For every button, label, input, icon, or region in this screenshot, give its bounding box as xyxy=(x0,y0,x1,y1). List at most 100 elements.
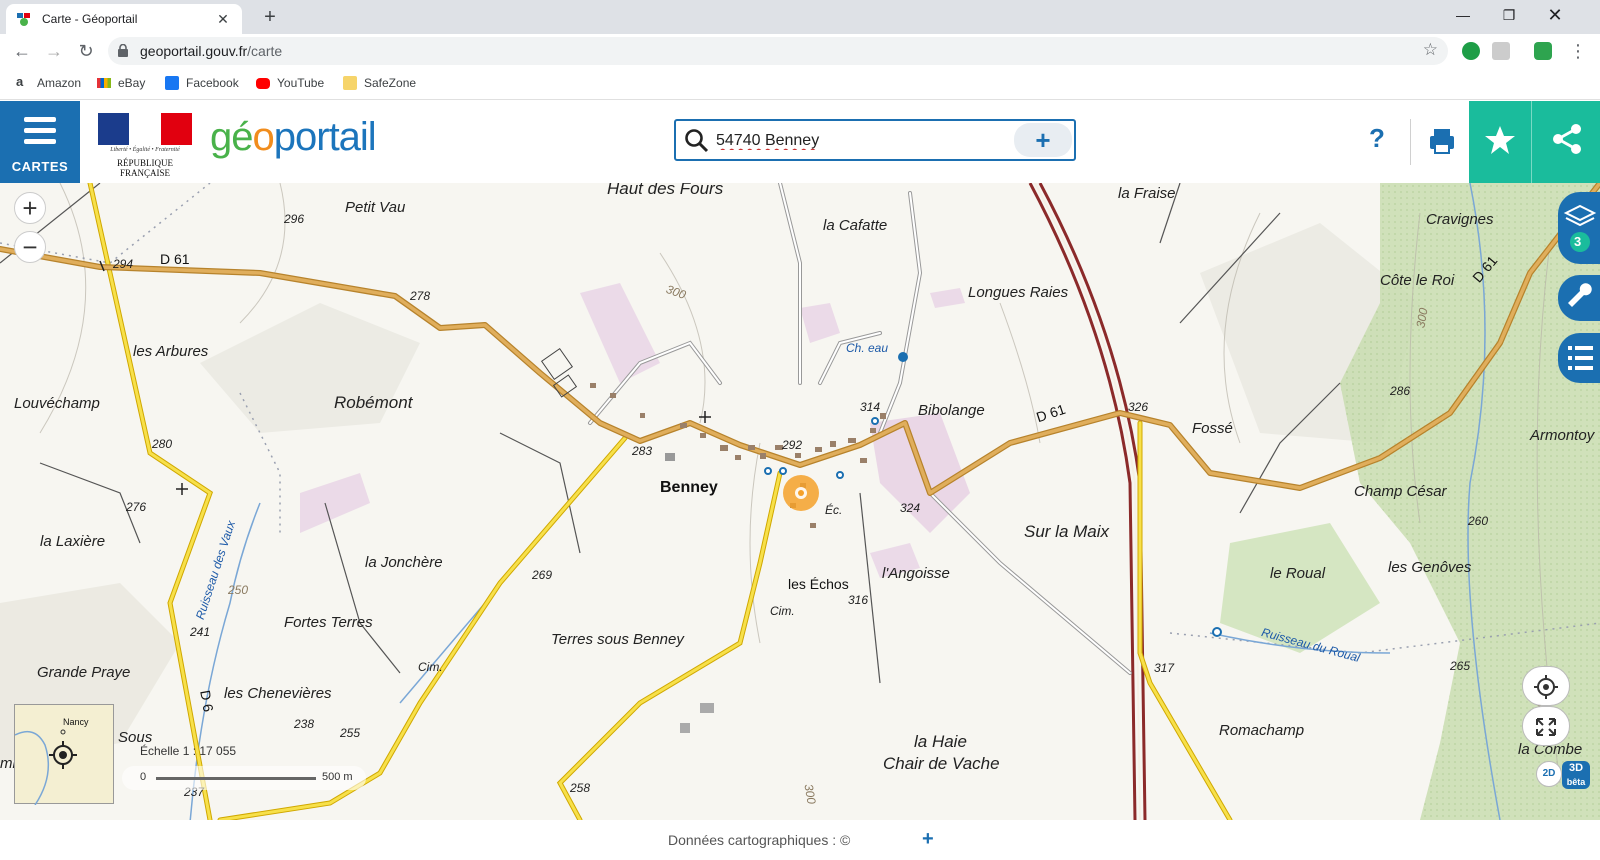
altitude-label: 269 xyxy=(532,568,553,582)
star-icon xyxy=(1485,126,1515,154)
map-label: Louvéchamp xyxy=(14,395,100,412)
header-divider xyxy=(1410,119,1411,165)
map-label: la Haie xyxy=(914,732,967,751)
map-label: les Genôves xyxy=(1388,559,1472,576)
geoportail-header: CARTES Liberté • Égalité • Fraternité RÉ… xyxy=(0,101,1600,183)
map-label: Éc. xyxy=(825,503,843,517)
maximize-button[interactable]: ❐ xyxy=(1486,0,1532,30)
search-icon[interactable] xyxy=(684,128,710,154)
hamburger-icon xyxy=(24,117,56,150)
altitude-label: 265 xyxy=(1450,659,1471,673)
layers-panel-tab[interactable]: 3 xyxy=(1558,192,1600,264)
address-bar[interactable]: geoportail.gouv.fr/carte ☆ xyxy=(108,37,1448,65)
back-button[interactable]: ← xyxy=(10,39,34,63)
zoom-out-button[interactable]: − xyxy=(14,231,46,263)
folder-icon xyxy=(343,76,357,90)
share-button[interactable] xyxy=(1531,101,1600,183)
bookmark-facebook[interactable]: Facebook xyxy=(165,76,239,90)
altitude-label: 324 xyxy=(900,501,921,515)
altitude-label: 317 xyxy=(1154,661,1175,675)
geoportail-logo[interactable]: géoportail xyxy=(210,115,377,160)
help-button[interactable]: ? xyxy=(1362,123,1392,163)
altitude-label: 258 xyxy=(570,781,591,795)
map-label: Romachamp xyxy=(1219,722,1305,739)
printer-icon xyxy=(1430,129,1454,154)
altitude-label: 280 xyxy=(152,437,173,451)
lock-icon xyxy=(118,43,128,57)
zoom-in-button[interactable]: + xyxy=(14,192,46,224)
altitude-label: 278 xyxy=(410,289,431,303)
print-button[interactable] xyxy=(1422,121,1462,161)
map-label: les Échos xyxy=(788,576,849,592)
close-window-button[interactable]: ✕ xyxy=(1532,0,1578,30)
bookmark-ebay[interactable]: eBay xyxy=(97,76,145,90)
altitude-label: 316 xyxy=(848,593,869,607)
altitude-label: 294 xyxy=(113,257,134,271)
credits-more-button[interactable]: + xyxy=(922,828,934,851)
2d-3d-toggle[interactable]: 2D 3D bêta xyxy=(1536,761,1590,789)
fullscreen-icon xyxy=(1536,718,1556,736)
favorites-button[interactable] xyxy=(1469,101,1531,183)
youtube-icon xyxy=(256,77,270,89)
map-label: la Laxière xyxy=(40,533,106,550)
cartes-menu-button[interactable]: CARTES xyxy=(0,101,80,183)
map-label-town: Benney xyxy=(660,479,718,496)
tab-title: Carte - Géoportail xyxy=(42,12,138,26)
map-label: Armontoy xyxy=(1530,427,1595,444)
marianne-flag xyxy=(98,113,192,145)
cloud-extension-icon[interactable] xyxy=(1492,42,1510,60)
altitude-label: 255 xyxy=(340,726,361,740)
altitude-label: 241 xyxy=(190,625,211,639)
map-label: Cim. xyxy=(770,604,795,618)
place-search: + xyxy=(674,119,1076,161)
tab-close-icon[interactable]: ✕ xyxy=(214,11,232,28)
bookmark-star-icon[interactable]: ☆ xyxy=(1423,40,1438,60)
tools-panel-tab[interactable] xyxy=(1558,275,1600,321)
fullscreen-button[interactable] xyxy=(1522,706,1570,746)
altitude-label: 250 xyxy=(228,583,249,597)
map-label: Fortes Terres xyxy=(284,614,373,631)
altitude-label: 296 xyxy=(284,212,305,226)
shield-extension-icon[interactable] xyxy=(1534,42,1552,60)
advanced-search-button[interactable]: + xyxy=(1014,123,1072,157)
map-label: Sur la Maix xyxy=(1024,522,1110,541)
amazon-icon: a xyxy=(16,74,24,89)
map-label: les Chenevières xyxy=(224,685,332,702)
map-label: Chair de Vache xyxy=(883,754,1000,773)
geoportail-favicon xyxy=(16,11,32,27)
rf-motto: Liberté • Égalité • Fraternité xyxy=(110,147,180,153)
browser-menu-icon[interactable]: ⋮ xyxy=(1566,39,1590,63)
legend-panel-tab[interactable] xyxy=(1558,333,1600,383)
adguard-extension-icon[interactable] xyxy=(1462,42,1480,60)
layers-icon xyxy=(1563,204,1597,252)
forward-button[interactable]: → xyxy=(42,39,66,63)
map-label: Longues Raies xyxy=(968,284,1069,301)
layers-count-badge: 3 xyxy=(1574,234,1582,249)
map-label: le Roual xyxy=(1270,565,1326,582)
map-label: la Cafatte xyxy=(823,217,888,234)
map-canvas[interactable]: Haut des Fours Petit Vau la Cafatte la F… xyxy=(0,183,1600,820)
app-root: Carte - Géoportail ✕ + — ❐ ✕ ← → ↻ geopo… xyxy=(0,0,1600,860)
map-label: Fossé xyxy=(1192,420,1233,437)
browser-tab[interactable]: Carte - Géoportail ✕ xyxy=(6,4,242,34)
bookmark-amazon[interactable]: a Amazon xyxy=(16,74,81,90)
republique-francaise-logo[interactable]: Liberté • Égalité • Fraternité RÉPUBLIQU… xyxy=(98,113,192,178)
bookmark-youtube[interactable]: YouTube xyxy=(256,76,324,90)
bookmark-safezone[interactable]: SafeZone xyxy=(343,76,416,90)
map-label: la Jonchère xyxy=(365,554,443,571)
url-text: geoportail.gouv.fr/carte xyxy=(140,43,283,59)
new-tab-button[interactable]: + xyxy=(258,5,282,29)
rf-name: RÉPUBLIQUE FRANÇAISE xyxy=(117,158,173,178)
map-label: Bibolange xyxy=(918,402,985,419)
minimize-button[interactable]: — xyxy=(1440,0,1486,30)
geolocate-button[interactable] xyxy=(1522,666,1570,706)
wrench-icon xyxy=(1568,283,1592,307)
3d-button[interactable]: 3D bêta xyxy=(1562,761,1590,789)
overview-label: Nancy xyxy=(63,717,89,727)
2d-button[interactable]: 2D xyxy=(1536,761,1562,787)
map-label: Champ César xyxy=(1354,483,1447,500)
search-input[interactable] xyxy=(716,129,1016,153)
overview-map[interactable]: Nancy xyxy=(14,704,114,805)
reload-button[interactable]: ↻ xyxy=(74,39,98,63)
scale-text: Échelle 1 : 17 055 xyxy=(140,744,237,758)
